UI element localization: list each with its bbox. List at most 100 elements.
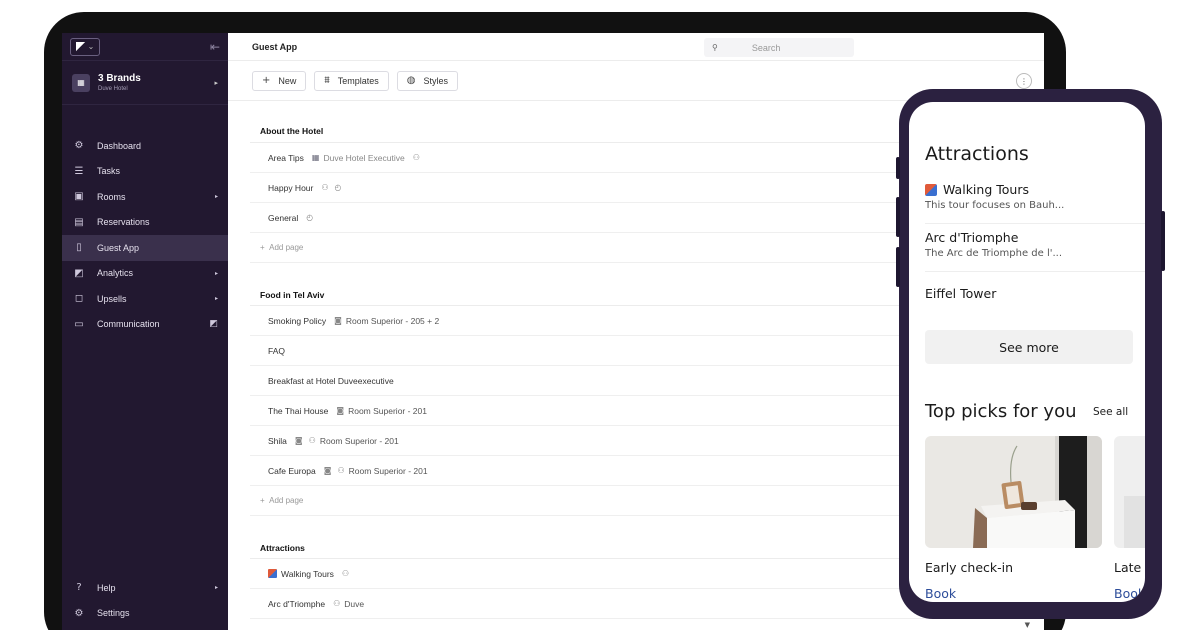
plus-icon: + xyxy=(262,75,271,86)
chevron-down-icon: ⌄ xyxy=(87,42,95,51)
late-check-out-image[interactable] xyxy=(1114,436,1145,548)
phone-volume-down-button xyxy=(896,247,900,287)
early-check-in-image[interactable] xyxy=(925,436,1102,548)
users-icon: ⚇ xyxy=(412,153,420,162)
dashboard-icon: ⚙ xyxy=(74,140,84,152)
phone-list-item[interactable]: Walking Tours This tour focuses on Bauh.… xyxy=(925,182,1145,224)
search-placeholder: Search xyxy=(751,42,781,53)
card-title: Late xyxy=(1114,560,1142,575)
new-button-label: New xyxy=(278,75,297,86)
book-button[interactable]: Book xyxy=(925,586,956,601)
room-icon: ◙ xyxy=(334,316,342,325)
more-options-icon[interactable]: ⋮ xyxy=(1016,73,1032,89)
walking-tours-icon xyxy=(268,569,277,578)
styles-button[interactable]: ◍ Styles xyxy=(396,70,459,91)
sidebar: ⌄ ⇤ ▦ 3 Brands Duve Hotel ▸ ⚙ Dashboard … xyxy=(62,33,228,630)
phone-item-title: Eiffel Tower xyxy=(925,286,997,301)
users-icon: ⚇ xyxy=(321,183,329,192)
timer-icon: ◴ xyxy=(306,213,314,222)
page-meta: Duve xyxy=(344,598,365,609)
phone-list-item[interactable]: Eiffel Tower xyxy=(925,286,1145,312)
room-icon: ◙ xyxy=(323,466,332,475)
phone-list-item[interactable]: Arc d'Triomphe The Arc de Triomphe de l'… xyxy=(925,230,1145,272)
sidebar-item-label: Reservations xyxy=(97,217,150,228)
phone-screen: Attractions Walking Tours This tour focu… xyxy=(909,102,1145,602)
sidebar-item-label: Upsells xyxy=(97,293,127,304)
guest-app-icon: ▯ xyxy=(76,242,82,254)
sidebar-top: ⌄ ⇤ xyxy=(62,33,228,61)
room-icon: ◙ xyxy=(294,436,303,445)
palette-icon: ◍ xyxy=(406,75,416,86)
brand-name: 3 Brands xyxy=(98,72,141,84)
templates-button[interactable]: ⩩ Templates xyxy=(314,70,389,91)
walking-tours-icon xyxy=(925,183,937,196)
brand-grid-icon: ▦ xyxy=(72,73,90,92)
card-title: Early check-in xyxy=(925,560,1014,575)
page-meta: Room Superior - 201 xyxy=(348,465,428,476)
sidebar-item-rooms[interactable]: ▣ Rooms ▸ xyxy=(62,184,228,210)
sidebar-item-label: Analytics xyxy=(97,268,134,279)
analytics-icon: ◩ xyxy=(74,267,84,279)
phone-volume-up-button xyxy=(896,197,900,237)
external-link-icon: ◩ xyxy=(209,319,218,330)
chevron-right-icon: ▸ xyxy=(214,295,218,303)
page-title-text: Shila xyxy=(268,435,287,446)
brand-subtitle: Duve Hotel xyxy=(98,85,128,92)
phone-power-button xyxy=(1161,211,1165,271)
duve-logo-icon xyxy=(75,41,86,52)
sidebar-item-tasks[interactable]: ☰ Tasks xyxy=(62,159,228,185)
sidebar-item-reservations[interactable]: ▤ Reservations xyxy=(62,210,228,236)
timer-icon: ◴ xyxy=(334,183,342,192)
templates-button-label: Templates xyxy=(337,75,379,86)
sidebar-item-dashboard[interactable]: ⚙ Dashboard xyxy=(62,133,228,159)
sidebar-item-label: Guest App xyxy=(97,242,140,253)
sidebar-item-help[interactable]: ? Help ▸ xyxy=(62,575,228,601)
users-icon: ⚇ xyxy=(308,436,316,445)
sidebar-item-upsells[interactable]: ◻ Upsells ▸ xyxy=(62,286,228,312)
tasks-icon: ☰ xyxy=(74,165,84,177)
sidebar-item-label: Tasks xyxy=(97,166,121,177)
sidebar-bottom-nav: ? Help ▸ ⚙ Settings xyxy=(62,575,228,626)
page-title-text: Cafe Europa xyxy=(268,465,316,476)
admin-screen: ⌄ ⇤ ▦ 3 Brands Duve Hotel ▸ ⚙ Dashboard … xyxy=(62,33,1044,630)
sidebar-item-label: Dashboard xyxy=(97,140,142,151)
see-all-link[interactable]: See all xyxy=(1093,406,1128,418)
page-meta: Room Superior - 201 xyxy=(348,405,427,416)
styles-button-label: Styles xyxy=(423,75,449,86)
sidebar-nav: ⚙ Dashboard ☰ Tasks ▣ Rooms ▸ ▤ Reservat… xyxy=(62,133,228,337)
phone-item-title: Arc d'Triomphe xyxy=(925,230,1019,245)
chevron-right-icon: ▸ xyxy=(214,269,218,277)
building-icon: ▦ xyxy=(311,153,320,162)
page-title-text: Breakfast at Hotel Duveexecutive xyxy=(268,375,394,386)
page-title-text: Happy Hour xyxy=(268,182,314,193)
scroll-down-icon[interactable]: ▼ xyxy=(1025,621,1030,629)
sidebar-item-guest-app[interactable]: ▯ Guest App xyxy=(62,235,228,261)
templates-icon: ⩩ xyxy=(324,75,330,86)
top-picks-title: Top picks for you xyxy=(925,401,1077,422)
collapse-sidebar-icon[interactable]: ⇤ xyxy=(210,40,220,54)
phone-item-subtitle: The Arc de Triomphe de l'... xyxy=(925,248,1063,259)
sidebar-item-analytics[interactable]: ◩ Analytics ▸ xyxy=(62,261,228,287)
users-icon: ⚇ xyxy=(337,466,345,475)
logo-switcher[interactable]: ⌄ xyxy=(70,37,100,56)
phone-item-subtitle: This tour focuses on Bauh... xyxy=(925,200,1065,211)
sidebar-item-label: Communication xyxy=(97,319,160,330)
page-title-text: Walking Tours xyxy=(281,568,334,579)
communication-icon: ▭ xyxy=(74,318,84,330)
plus-icon: + xyxy=(260,243,270,252)
sidebar-item-communication[interactable]: ▭ Communication ◩ xyxy=(62,312,228,338)
sidebar-item-label: Rooms xyxy=(97,191,126,202)
sidebar-item-label: Settings xyxy=(97,608,130,619)
help-icon: ? xyxy=(76,582,82,594)
brand-switcher[interactable]: ▦ 3 Brands Duve Hotel ▸ xyxy=(62,61,228,105)
chevron-right-icon: ▸ xyxy=(214,193,218,201)
topbar: Guest App xyxy=(228,33,1044,61)
add-page-label: Add page xyxy=(269,243,304,252)
sidebar-item-settings[interactable]: ⚙ Settings xyxy=(62,601,228,627)
see-more-button[interactable]: See more xyxy=(925,330,1133,364)
users-icon: ⚇ xyxy=(333,599,341,608)
page-title: Guest App xyxy=(252,41,298,52)
search-input[interactable]: ⚲ Search xyxy=(704,38,854,57)
book-button[interactable]: Book xyxy=(1114,586,1145,601)
new-button[interactable]: + New xyxy=(252,70,307,91)
